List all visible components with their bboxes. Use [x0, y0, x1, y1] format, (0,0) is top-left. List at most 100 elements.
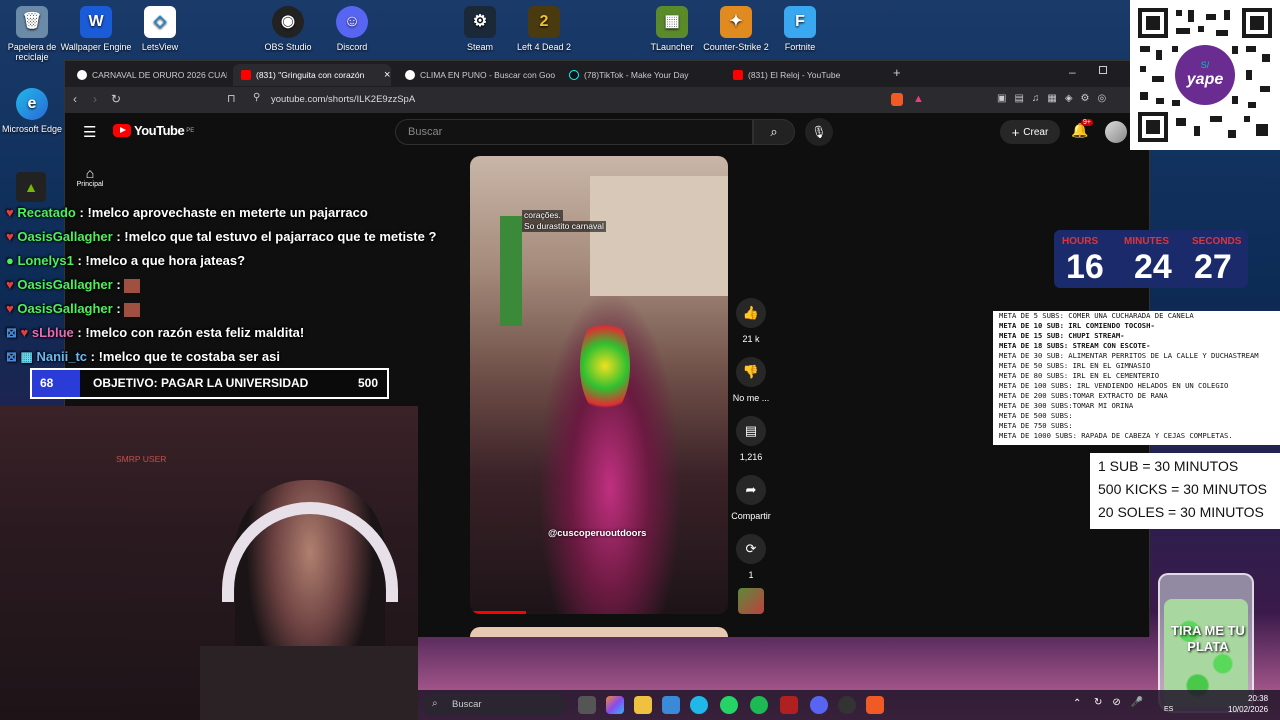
- maximize-button[interactable]: [1099, 66, 1107, 74]
- timer-hours: 16: [1066, 248, 1104, 286]
- tab-el-reloj[interactable]: (831) El Reloj - YouTube: [725, 64, 883, 86]
- brave-rewards-icon[interactable]: ▲: [913, 93, 924, 105]
- edge-taskbar-icon[interactable]: [690, 696, 708, 714]
- chat-user: OasisGallagher: [17, 229, 113, 244]
- task-view-icon[interactable]: [578, 696, 596, 714]
- toolbar-icons[interactable]: ▣▤♫▦◈⚙◎: [997, 93, 1114, 104]
- voice-search-button[interactable]: 🎙: [805, 118, 833, 146]
- yape-logo-text: yape: [1186, 71, 1224, 88]
- goal-current: 68: [40, 376, 54, 390]
- tray-chevron-icon[interactable]: ⌃: [1073, 698, 1081, 709]
- tlauncher-icon: ▦: [656, 6, 688, 38]
- tab-carnaval[interactable]: CARNAVAL DE ORURO 2026 CUANDO: [69, 64, 227, 86]
- store-icon[interactable]: [662, 696, 680, 714]
- rate-line: 1 SUB = 30 MINUTOS: [1098, 458, 1239, 474]
- sub-goals-list: META DE 5 SUBS: COMER UNA CUCHARADA DE C…: [993, 311, 1280, 445]
- video-pompoms: [580, 316, 630, 416]
- yape-qr-code: S/ yape: [1130, 0, 1280, 150]
- tab-clima[interactable]: CLIMA EN PUNO - Buscar con Google: [397, 64, 555, 86]
- timer-seconds: 27: [1194, 248, 1232, 286]
- tab-tiktok[interactable]: (78)TikTok - Make Your Day: [561, 64, 719, 86]
- cs2-icon: ✦: [720, 6, 752, 38]
- language-indicator[interactable]: ES: [1164, 706, 1173, 713]
- notification-badge: 9+: [1081, 119, 1093, 126]
- forward-icon[interactable]: ›: [93, 92, 97, 106]
- clock-time: 20:38: [1248, 694, 1269, 703]
- menu-icon[interactable]: ☰: [83, 123, 96, 141]
- desktop-icon-letsview[interactable]: ◇ LetsView: [120, 6, 200, 52]
- chat-user: OasisGallagher: [17, 277, 113, 292]
- home-label: Principal: [76, 181, 104, 188]
- tab-youtube-active[interactable]: (831) "Gringuita con corazón ×: [233, 64, 391, 86]
- clock-date: 10/02/2026: [1228, 705, 1269, 714]
- desktop-icon-label: Fortnite: [784, 42, 816, 52]
- chat-message: : !melco a que hora jateas?: [77, 253, 246, 268]
- brave-taskbar-icon[interactable]: [866, 696, 884, 714]
- share-button[interactable]: ➦ Compartir: [731, 475, 771, 521]
- goal-item: META DE 80 SUBS: IRL EN EL CEMENTERIO: [999, 371, 1160, 380]
- bookmark-icon[interactable]: ⊓: [227, 92, 236, 105]
- taskbar: Buscar ⌕ ⌃ ↻⊘🎤 ES: [418, 690, 1280, 720]
- svg-text:S/: S/: [1201, 60, 1210, 70]
- sound-thumbnail[interactable]: [738, 588, 764, 614]
- youtube-logo[interactable]: YouTube PE: [113, 123, 194, 138]
- whatsapp-icon[interactable]: [720, 696, 738, 714]
- search-input[interactable]: Buscar: [395, 119, 753, 145]
- goal-item: META DE 750 SUBS:: [999, 421, 1073, 430]
- goal-item: META DE 1000 SUBS: RAPADA DE CABEZA Y CE…: [999, 431, 1233, 440]
- nvidia-icon[interactable]: ▲: [16, 172, 46, 202]
- dota-icon[interactable]: [780, 696, 798, 714]
- video-sign: [500, 216, 522, 326]
- desktop-icon-l4d2[interactable]: 2 Left 4 Dead 2: [504, 6, 584, 52]
- desktop-icon-fortnite[interactable]: F Fortnite: [760, 6, 840, 52]
- video-progress[interactable]: [470, 611, 526, 614]
- l4d2-icon: 2: [528, 6, 560, 38]
- dislike-label: No me ...: [732, 393, 770, 403]
- tray-icons[interactable]: ↻⊘🎤: [1094, 697, 1153, 708]
- create-label: Crear: [1023, 126, 1049, 138]
- desktop-icon-edge[interactable]: e Microsoft Edge: [0, 88, 72, 134]
- chat-line: ⊠ ▦ Nanii_tc : !melco que te costaba ser…: [6, 349, 280, 365]
- like-button[interactable]: 👍 21 k: [731, 298, 771, 344]
- create-button[interactable]: + Crear: [1000, 120, 1060, 144]
- subathon-rates: 1 SUB = 30 MINUTOS 500 KICKS = 30 MINUTO…: [1090, 453, 1280, 529]
- spotify-icon[interactable]: [750, 696, 768, 714]
- reload-icon[interactable]: ↻: [111, 92, 121, 106]
- brave-shield-icon[interactable]: [891, 93, 903, 106]
- search-button[interactable]: ⌕: [753, 119, 795, 145]
- chat-badge-icon: ♥: [6, 301, 14, 316]
- avatar[interactable]: [1105, 121, 1127, 143]
- new-tab-button[interactable]: +: [893, 65, 901, 80]
- youtube-icon: [241, 70, 251, 80]
- url-input[interactable]: youtube.com/shorts/ILK2E9zzSpA: [271, 94, 415, 105]
- comments-button[interactable]: ▤ 1,216: [731, 416, 771, 462]
- taskbar-clock[interactable]: 20:38 10/02/2026: [1228, 693, 1268, 715]
- search-icon: ⌕: [432, 698, 438, 709]
- goal-item: META DE 18 SUBS: STREAM CON ESCOTE-: [999, 341, 1151, 350]
- goal-item: META DE 5 SUBS: COMER UNA CUCHARADA DE C…: [999, 311, 1194, 320]
- desktop-icon-discord[interactable]: ☺ Discord: [312, 6, 392, 52]
- desktop-icon-label: Steam: [466, 42, 493, 52]
- caption-line-2: So durastito carnaval: [522, 221, 606, 232]
- fortnite-icon: F: [784, 6, 816, 38]
- rate-line: 20 SOLES = 30 MINUTOS: [1098, 504, 1264, 520]
- chat-message: :: [116, 277, 121, 292]
- discord-taskbar-icon[interactable]: [810, 696, 828, 714]
- close-tab-icon[interactable]: ×: [384, 69, 390, 81]
- minimize-button[interactable]: –: [1069, 65, 1076, 79]
- obs-icon: ◉: [272, 6, 304, 38]
- taskbar-search-input[interactable]: Buscar: [422, 694, 566, 716]
- copilot-icon[interactable]: [606, 696, 624, 714]
- next-short-preview[interactable]: [470, 627, 728, 637]
- back-icon[interactable]: ‹: [73, 92, 77, 106]
- short-video[interactable]: corações. So durastito carnaval @cuscope…: [470, 156, 728, 614]
- dislike-button[interactable]: 👎 No me ...: [731, 357, 771, 403]
- remix-button[interactable]: ⟳ 1: [731, 534, 771, 580]
- desktop-icon-label: OBS Studio: [264, 42, 312, 52]
- file-explorer-icon[interactable]: [634, 696, 652, 714]
- chat-message: : !melco aprovechaste en meterte un paja…: [79, 205, 368, 220]
- chat-line: ♥ OasisGallagher : !melco que tal estuvo…: [6, 229, 436, 244]
- obs-taskbar-icon[interactable]: [838, 696, 856, 714]
- sidebar-item-home[interactable]: ⌂ Principal: [73, 165, 107, 188]
- site-info-icon[interactable]: ⚲: [253, 92, 260, 103]
